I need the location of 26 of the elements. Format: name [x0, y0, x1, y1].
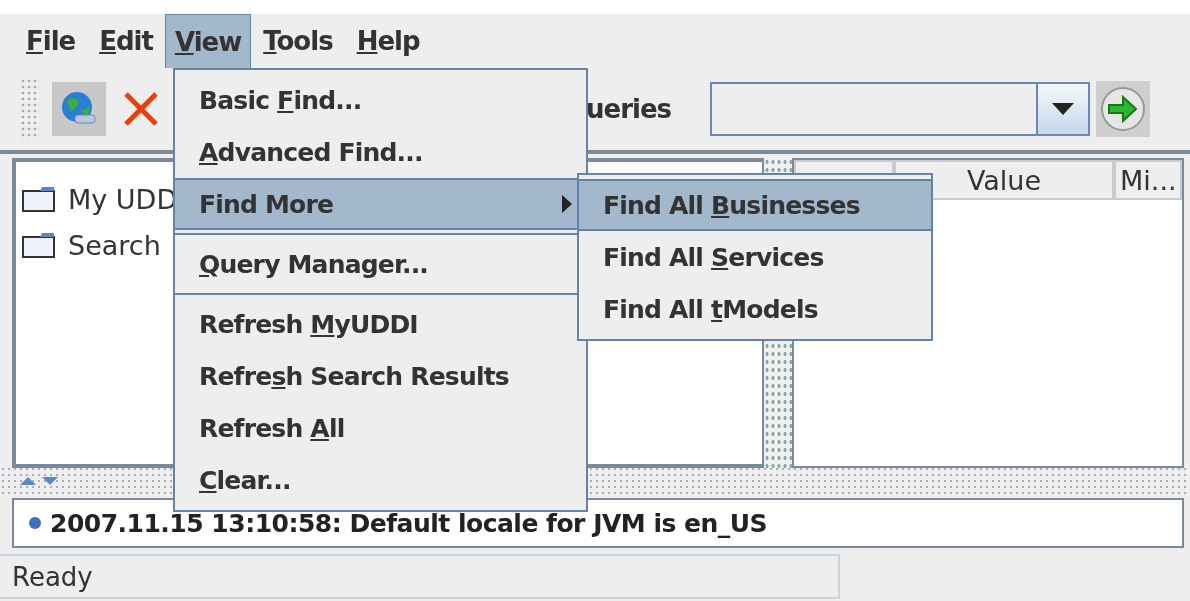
menu-item[interactable]: Find All tModels	[579, 283, 931, 335]
queries-label: ueries	[586, 94, 672, 124]
submenu-arrow-icon	[562, 195, 572, 213]
column-header[interactable]: Mi...	[1114, 160, 1182, 200]
menu-item[interactable]: Advanced Find...	[175, 126, 586, 178]
go-button[interactable]	[1096, 81, 1150, 137]
dropdown-arrow-icon	[1052, 103, 1074, 115]
menu-item[interactable]: Basic Find...	[175, 74, 586, 126]
menu-bar-item[interactable]: Tools	[251, 14, 345, 68]
menu-bar-item[interactable]: Edit	[87, 14, 165, 68]
menu-item[interactable]: Find All Businesses	[579, 179, 931, 231]
info-icon	[28, 516, 42, 530]
menu-item[interactable]: Clear...	[175, 454, 586, 506]
menu-item[interactable]: Find All Services	[579, 231, 931, 283]
menu-bar-item[interactable]: View	[164, 14, 252, 68]
query-combo-box[interactable]	[710, 82, 1090, 136]
menu-item[interactable]: Refresh Search Results	[175, 350, 586, 402]
menu-bar-item[interactable]: File	[14, 14, 88, 68]
tree-item[interactable]: Search	[68, 229, 161, 261]
log-message: 2007.11.15 13:10:58: Default locale for JVM is en_US	[50, 508, 768, 538]
folder-icon	[22, 232, 56, 258]
menu-item[interactable]: Refresh All	[175, 402, 586, 454]
connect-button[interactable]	[52, 82, 106, 136]
folder-icon	[22, 186, 56, 212]
menu-bar-item[interactable]: Help	[344, 14, 432, 68]
status-text: Ready	[0, 554, 840, 599]
